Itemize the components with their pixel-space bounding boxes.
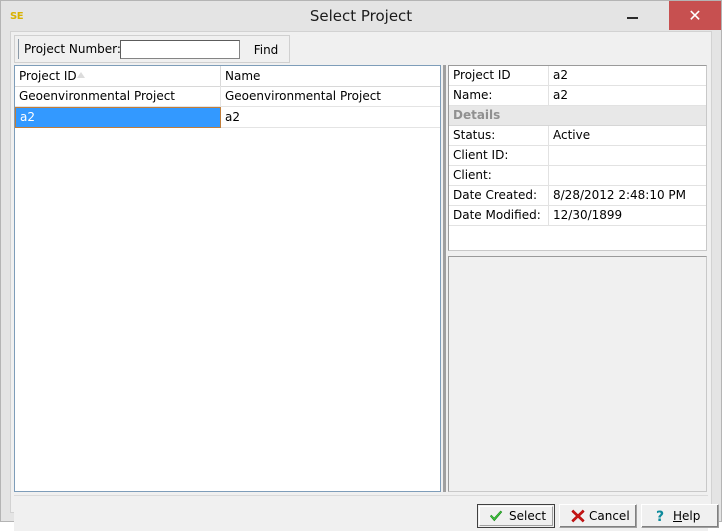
detail-value: a2 — [553, 68, 568, 82]
column-header-name[interactable]: Name — [221, 66, 440, 86]
detail-row-date-created: Date Created: 8/28/2012 2:48:10 PM — [449, 186, 706, 206]
detail-value — [549, 166, 706, 185]
minimize-button[interactable] — [609, 1, 654, 30]
help-button[interactable]: ? Help — [641, 504, 719, 528]
detail-value — [549, 146, 706, 165]
list-header: Project ID Name — [15, 66, 440, 87]
help-accel-char: H — [673, 509, 683, 523]
help-button-label: Help — [673, 505, 714, 527]
table-row[interactable]: Geoenvironmental Project Geoenvironmenta… — [15, 86, 440, 107]
detail-value: 8/28/2012 2:48:10 PM — [553, 188, 687, 202]
detail-row-project-id: Project ID a2 — [449, 66, 706, 86]
find-button[interactable]: Find — [246, 39, 286, 60]
cell-name: a2 — [221, 107, 440, 128]
cancel-button-label: Cancel — [589, 509, 630, 523]
detail-row-status: Status: Active — [449, 126, 706, 146]
toolbar-grip[interactable] — [18, 39, 21, 59]
dialog-client-area: Project Number: Find Project ID Name Geo… — [10, 31, 719, 531]
detail-row-name: Name: a2 — [449, 86, 706, 106]
close-button[interactable]: ✕ — [669, 1, 721, 30]
detail-label: Client ID: — [449, 146, 549, 165]
select-button[interactable]: Select — [477, 504, 555, 528]
detail-value: a2 — [553, 88, 568, 102]
dialog-window: SE Select Project ✕ Project Number: Find… — [0, 0, 722, 531]
detail-category-details: Details — [449, 106, 706, 126]
description-panel — [448, 256, 707, 492]
table-row[interactable]: a2 a2 — [15, 107, 440, 128]
search-toolbar: Project Number: Find — [14, 35, 290, 63]
title-bar: SE Select Project ✕ — [1, 1, 721, 31]
detail-label: Name: — [449, 86, 549, 105]
minimize-icon — [609, 1, 654, 30]
detail-category-label: Details — [453, 108, 501, 122]
project-number-input[interactable] — [120, 40, 240, 59]
project-number-label: Project Number: — [24, 42, 121, 56]
cell-project-id: Geoenvironmental Project — [15, 86, 221, 107]
column-header-project-id-label: Project ID — [19, 69, 77, 83]
close-icon: ✕ — [688, 6, 702, 25]
detail-row-client-id: Client ID: — [449, 146, 706, 166]
detail-value: 12/30/1899 — [553, 208, 623, 222]
detail-label: Status: — [449, 126, 549, 145]
cell-project-id: a2 — [15, 107, 221, 128]
detail-label: Date Modified: — [449, 206, 549, 225]
select-button-label: Select — [509, 509, 547, 523]
dialog-button-bar: Select Cancel ? Help — [14, 495, 719, 531]
detail-row-client: Client: — [449, 166, 706, 186]
cell-name: Geoenvironmental Project — [221, 86, 440, 107]
project-list[interactable]: Project ID Name Geoenvironmental Project… — [14, 65, 441, 492]
detail-value: Active — [553, 128, 591, 142]
detail-label: Project ID — [449, 66, 549, 85]
detail-label: Date Created: — [449, 186, 549, 205]
cancel-button[interactable]: Cancel — [559, 504, 637, 528]
column-header-project-id[interactable]: Project ID — [15, 66, 221, 86]
help-label-rest: elp — [682, 509, 701, 523]
splitter-bar — [443, 65, 446, 492]
sort-ascending-icon — [77, 72, 85, 78]
detail-label: Client: — [449, 166, 549, 185]
detail-row-date-modified: Date Modified: 12/30/1899 — [449, 206, 706, 226]
details-grid: Project ID a2 Name: a2 Details Status: A… — [448, 65, 707, 251]
